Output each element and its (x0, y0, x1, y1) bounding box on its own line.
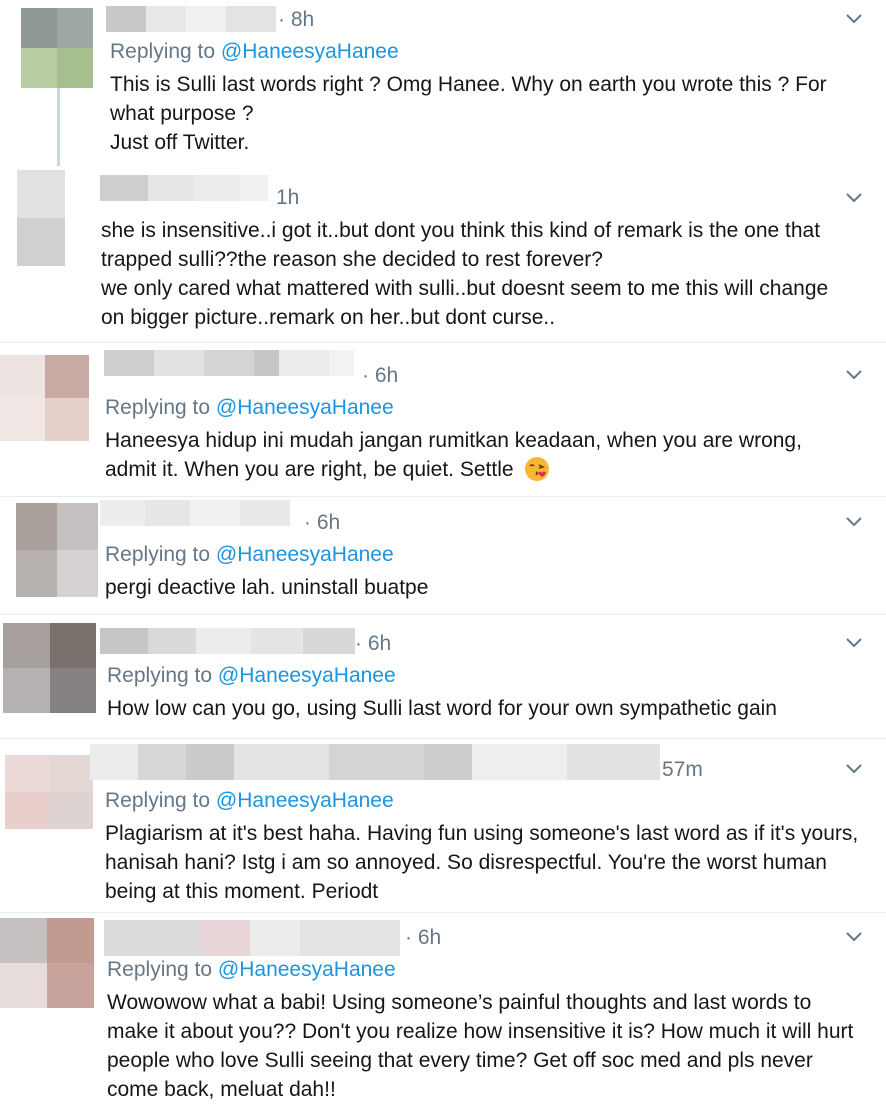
divider (0, 496, 886, 497)
tweet-text-block: Haneesya hidup ini mudah jangan rumitkan… (105, 426, 835, 484)
replying-to-line: Replying to @HaneesyaHanee (110, 40, 399, 64)
replying-to-handle-link[interactable]: @HaneesyaHanee (218, 958, 396, 981)
avatar[interactable] (21, 8, 93, 88)
avatar[interactable] (0, 918, 94, 1008)
tweet-timestamp[interactable]: · 8h (278, 8, 314, 32)
thread-line (57, 88, 60, 166)
tweet-timestamp[interactable]: 1h (276, 186, 299, 210)
chevron-down-icon[interactable] (846, 370, 862, 380)
replying-to-label: Replying to (105, 543, 211, 566)
replying-to-label: Replying to (110, 40, 216, 63)
replying-to-label: Replying to (105, 396, 211, 419)
tweet-timestamp[interactable]: · 6h (355, 632, 391, 656)
divider (0, 912, 886, 913)
tweet-text: Plagiarism at it's best haha. Having fun… (105, 822, 859, 903)
tweet-timestamp[interactable]: · 6h (304, 511, 340, 535)
chevron-down-icon[interactable] (846, 764, 862, 774)
replying-to-line: Replying to @HaneesyaHanee (107, 664, 396, 688)
replying-to-line: Replying to @HaneesyaHanee (105, 543, 394, 567)
chevron-down-icon[interactable] (846, 14, 862, 24)
replying-to-label: Replying to (105, 789, 211, 812)
tweet-text: How low can you go, using Sulli last wor… (107, 697, 777, 720)
tweet-text: Haneesya hidup ini mudah jangan rumitkan… (105, 429, 802, 481)
divider (0, 614, 886, 615)
tweet-timestamp[interactable]: 57m (662, 758, 703, 782)
tweet-text: she is insensitive..i got it..but dont y… (101, 219, 829, 329)
replying-to-line: Replying to @HaneesyaHanee (107, 958, 396, 982)
replying-to-line: Replying to @HaneesyaHanee (105, 396, 394, 420)
blurred-user-name[interactable] (104, 920, 400, 956)
divider (0, 342, 886, 343)
chevron-down-icon[interactable] (846, 517, 862, 527)
avatar[interactable] (16, 503, 98, 597)
tweet-text: This is Sulli last words right ? Omg Han… (110, 73, 827, 154)
blurred-user-name[interactable] (90, 744, 660, 780)
chevron-down-icon[interactable] (846, 638, 862, 648)
avatar[interactable] (3, 623, 96, 713)
blurred-user-name[interactable] (100, 175, 268, 201)
replying-to-line: Replying to @HaneesyaHanee (105, 789, 394, 813)
replying-to-handle-link[interactable]: @HaneesyaHanee (216, 396, 394, 419)
replying-to-handle-link[interactable]: @HaneesyaHanee (216, 543, 394, 566)
replying-to-label: Replying to (107, 664, 213, 687)
blurred-user-name[interactable] (104, 350, 354, 376)
tweet-text: pergi deactive lah. uninstall buatpe (105, 576, 429, 599)
avatar[interactable] (5, 755, 93, 829)
replying-to-handle-link[interactable]: @HaneesyaHanee (221, 40, 399, 63)
replying-to-handle-link[interactable]: @HaneesyaHanee (218, 664, 396, 687)
replying-to-handle-link[interactable]: @HaneesyaHanee (216, 789, 394, 812)
avatar[interactable] (17, 170, 65, 266)
divider (0, 738, 886, 739)
chevron-down-icon[interactable] (846, 932, 862, 942)
blurred-user-name[interactable] (106, 6, 276, 32)
avatar[interactable] (0, 355, 89, 441)
chevron-down-icon[interactable] (846, 193, 862, 203)
kissing-face-emoji-icon (524, 456, 550, 482)
replying-to-label: Replying to (107, 958, 213, 981)
blurred-user-name[interactable] (100, 628, 355, 654)
tweet-text: Wowowow what a babi! Using someone’s pai… (107, 991, 854, 1101)
blurred-user-name[interactable] (100, 500, 290, 526)
tweet-timestamp[interactable]: · 6h (362, 364, 398, 388)
tweet-timestamp[interactable]: · 6h (405, 926, 441, 950)
